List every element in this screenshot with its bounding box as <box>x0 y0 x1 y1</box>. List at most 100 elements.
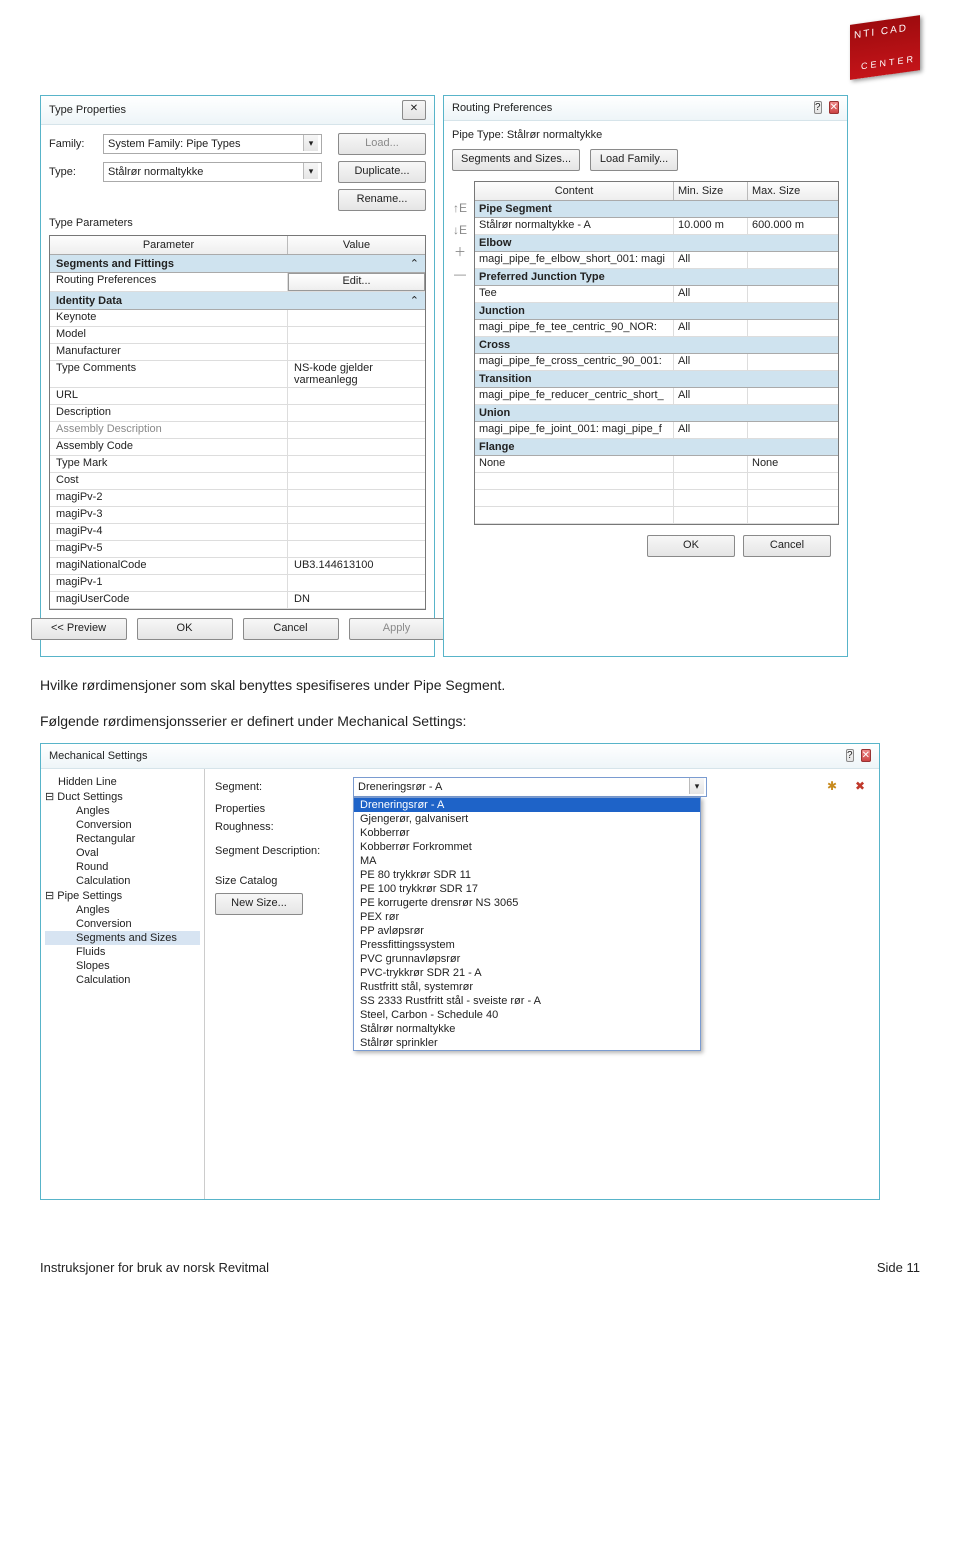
rp-row[interactable]: magi_pipe_fe_cross_centric_90_001:All <box>475 354 838 371</box>
tree-node[interactable]: Calculation <box>45 973 200 987</box>
segment-option[interactable]: Rustfritt stål, systemrør <box>354 980 700 994</box>
tree-node[interactable]: Calculation <box>45 874 200 888</box>
param-value[interactable] <box>288 310 425 326</box>
close-icon[interactable]: ✕ <box>861 749 871 762</box>
rp-row[interactable]: magi_pipe_fe_joint_001: magi_pipe_fAll <box>475 422 838 439</box>
ok-button[interactable]: OK <box>647 535 735 557</box>
tree-node[interactable]: Segments and Sizes <box>45 931 200 945</box>
add-icon[interactable]: ＋ <box>452 245 468 261</box>
size-usedsizing[interactable] <box>530 1100 576 1121</box>
segment-option[interactable]: Kobberrør <box>354 826 700 840</box>
tree-node[interactable]: ⊟ Pipe Settings <box>45 888 200 903</box>
rp-row[interactable]: magi_pipe_fe_tee_centric_90_NOR:All <box>475 320 838 337</box>
size-row[interactable]: 355.000 m300.000 mm355.000 mm <box>216 1100 868 1122</box>
tree-node[interactable]: Oval <box>45 846 200 860</box>
preview-button[interactable]: << Preview <box>31 618 127 640</box>
segment-option[interactable]: Kobberrør Forkrommet <box>354 840 700 854</box>
segment-option[interactable]: Steel, Carbon - Schedule 40 <box>354 1008 700 1022</box>
checkbox-icon[interactable] <box>546 1058 560 1072</box>
param-row[interactable]: Model <box>50 327 425 344</box>
close-icon[interactable]: ✕ <box>829 101 839 114</box>
param-row[interactable]: Cost <box>50 473 425 490</box>
segment-option[interactable]: Dreneringsrør - A <box>354 798 700 812</box>
param-row[interactable]: magiPv-4 <box>50 524 425 541</box>
segment-option[interactable]: SS 2333 Rustfritt stål - sveiste rør - A <box>354 994 700 1008</box>
param-value[interactable] <box>288 507 425 523</box>
param-value[interactable] <box>288 327 425 343</box>
size-usedsizing[interactable] <box>530 1056 576 1077</box>
ok-button[interactable]: OK <box>137 618 233 640</box>
move-up-icon[interactable]: ↑E <box>452 201 468 217</box>
param-row[interactable]: magiPv-3 <box>50 507 425 524</box>
param-row[interactable]: magiUserCodeDN <box>50 592 425 609</box>
segment-option[interactable]: PEX rør <box>354 910 700 924</box>
delete-segment-icon[interactable]: ✖ <box>851 779 869 797</box>
family-combo[interactable]: System Family: Pipe Types <box>103 134 322 154</box>
checkbox-icon[interactable] <box>546 1124 560 1138</box>
cancel-button[interactable]: Cancel <box>243 618 339 640</box>
help-icon[interactable]: ? <box>814 101 822 114</box>
segment-option[interactable]: PVC-trykkrør SDR 21 - A <box>354 966 700 980</box>
type-combo[interactable]: Stålrør normaltykke <box>103 162 322 182</box>
move-down-icon[interactable]: ↓E <box>452 223 468 239</box>
param-value[interactable]: NS-kode gjelder varmeanlegg <box>288 361 425 387</box>
checkbox-icon[interactable] <box>546 1080 560 1094</box>
param-value[interactable] <box>288 456 425 472</box>
segment-dropdown-list[interactable]: Dreneringsrør - AGjengerør, galvanisertK… <box>353 797 701 1051</box>
load-family-button[interactable]: Load Family... <box>590 149 678 171</box>
tree-node[interactable]: Angles <box>45 903 200 917</box>
rp-row[interactable]: TeeAll <box>475 286 838 303</box>
segment-option[interactable]: PVC grunnavløpsrør <box>354 952 700 966</box>
size-row[interactable]: 234.000 m200.000 mm234.000 mm <box>216 1056 868 1078</box>
param-row[interactable]: Type CommentsNS-kode gjelder varmeanlegg <box>50 361 425 388</box>
duplicate-button[interactable]: Duplicate... <box>338 161 426 183</box>
checkbox-icon[interactable] <box>499 1102 513 1116</box>
edit-button[interactable]: Edit... <box>288 273 425 291</box>
checkbox-icon[interactable] <box>499 1058 513 1072</box>
cancel-button[interactable]: Cancel <box>743 535 831 557</box>
segment-option[interactable]: PE 80 trykkrør SDR 11 <box>354 868 700 882</box>
tree-node[interactable]: Angles <box>45 804 200 818</box>
segment-option[interactable]: MA <box>354 854 700 868</box>
param-row[interactable]: magiPv-1 <box>50 575 425 592</box>
checkbox-icon[interactable] <box>546 1102 560 1116</box>
segment-option[interactable]: PE korrugerte drensrør NS 3065 <box>354 896 700 910</box>
tree-node[interactable]: ⊟ Duct Settings <box>45 789 200 804</box>
param-row[interactable]: Assembly Code <box>50 439 425 456</box>
segment-combo[interactable]: Dreneringsrør - A <box>353 777 707 797</box>
size-usedsizing[interactable] <box>530 1122 576 1143</box>
param-row[interactable]: URL <box>50 388 425 405</box>
size-usedlist[interactable] <box>483 1100 530 1121</box>
param-value[interactable] <box>288 524 425 540</box>
segment-option[interactable]: Gjengerør, galvanisert <box>354 812 700 826</box>
close-icon[interactable]: ✕ <box>402 100 426 120</box>
tree-node[interactable]: Conversion <box>45 917 200 931</box>
param-value[interactable] <box>288 575 425 591</box>
tree-node[interactable]: Slopes <box>45 959 200 973</box>
expand-icon[interactable]: ⊟ <box>45 791 54 803</box>
size-usedlist[interactable] <box>483 1056 530 1077</box>
expand-icon[interactable]: ⊟ <box>45 890 54 902</box>
segment-option[interactable]: Stålrør sprinkler <box>354 1036 700 1050</box>
param-value[interactable] <box>288 473 425 489</box>
param-value[interactable] <box>288 405 425 421</box>
size-row[interactable]: 290.000 m250.000 mm290.000 mm <box>216 1078 868 1100</box>
param-value[interactable] <box>288 439 425 455</box>
help-icon[interactable]: ? <box>846 749 854 762</box>
settings-tree[interactable]: Hidden Line⊟ Duct SettingsAnglesConversi… <box>41 769 205 1199</box>
tree-node[interactable]: Conversion <box>45 818 200 832</box>
param-value[interactable]: DN <box>288 592 425 608</box>
segments-and-sizes-button[interactable]: Segments and Sizes... <box>452 149 580 171</box>
param-value[interactable] <box>288 490 425 506</box>
param-value[interactable] <box>288 422 425 438</box>
param-row[interactable]: Manufacturer <box>50 344 425 361</box>
tree-node[interactable]: Fluids <box>45 945 200 959</box>
param-row[interactable]: Type Mark <box>50 456 425 473</box>
param-row[interactable]: magiPv-2 <box>50 490 425 507</box>
size-usedlist[interactable] <box>483 1122 530 1143</box>
new-size-button[interactable]: New Size... <box>215 893 303 915</box>
checkbox-icon[interactable] <box>499 1124 513 1138</box>
remove-icon[interactable]: — <box>452 267 468 283</box>
new-segment-icon[interactable]: ✱ <box>823 779 841 797</box>
param-row[interactable]: Keynote <box>50 310 425 327</box>
